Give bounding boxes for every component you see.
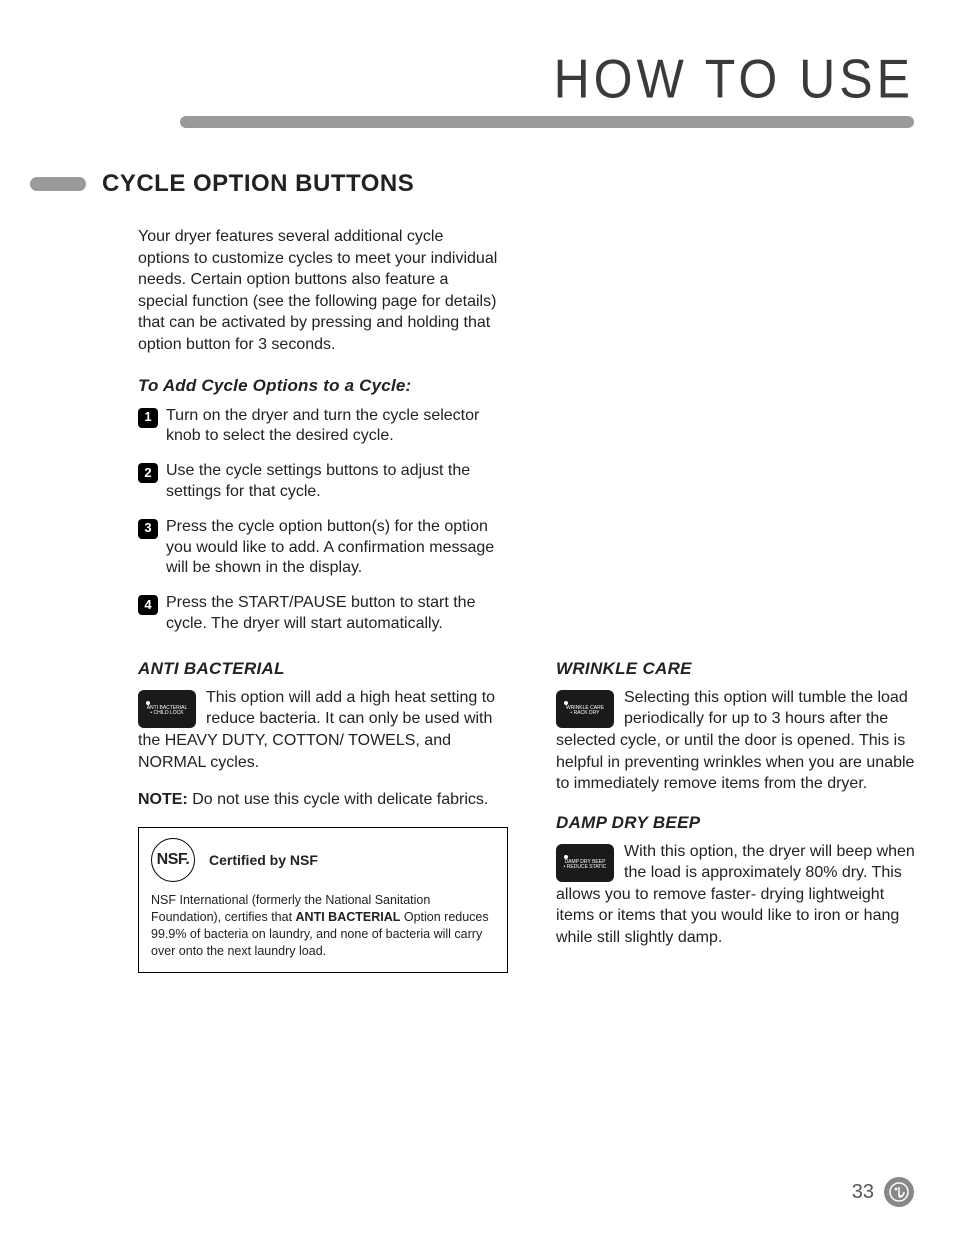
nsf-header: NSF. Certified by NSF xyxy=(151,838,495,882)
step-3: 3 Press the cycle option button(s) for t… xyxy=(138,517,498,579)
section-pill-icon xyxy=(30,177,86,191)
wrinkle-care-block: WRINKLE CARE • RACK DRY Selecting this o… xyxy=(556,687,918,795)
anti-bacterial-heading: ANTI BACTERIAL xyxy=(138,659,508,679)
steps-list: 1 Turn on the dryer and turn the cycle s… xyxy=(138,406,498,635)
section-header: CYCLE OPTION BUTTONS xyxy=(40,170,914,198)
icon-sub: • RACK DRY xyxy=(571,711,600,717)
step-2: 2 Use the cycle settings buttons to adju… xyxy=(138,461,498,503)
step-number-icon: 2 xyxy=(138,463,158,483)
step-text: Press the START/PAUSE button to start th… xyxy=(166,593,498,635)
step-text: Press the cycle option button(s) for the… xyxy=(166,517,498,579)
section-title: CYCLE OPTION BUTTONS xyxy=(102,170,414,198)
nsf-body-bold: ANTI BACTERIAL xyxy=(296,910,401,924)
section-intro: Your dryer features several additional c… xyxy=(138,226,498,356)
wrinkle-care-button-icon: WRINKLE CARE • RACK DRY xyxy=(556,690,614,728)
damp-dry-block: DAMP DRY BEEP • REDUCE STATIC With this … xyxy=(556,841,918,949)
nsf-badge-icon: NSF. xyxy=(151,838,195,882)
page-footer: 33 xyxy=(852,1177,914,1207)
step-number-icon: 1 xyxy=(138,408,158,428)
page-number: 33 xyxy=(852,1181,874,1204)
left-column: ANTI BACTERIAL ANTI BACTERIAL • CHILD LO… xyxy=(138,659,508,973)
note-label: NOTE: xyxy=(138,791,188,808)
step-text: Turn on the dryer and turn the cycle sel… xyxy=(166,406,498,448)
page-title: HOW TO USE xyxy=(40,47,914,111)
wrinkle-care-heading: WRINKLE CARE xyxy=(556,659,918,679)
step-text: Use the cycle settings buttons to adjust… xyxy=(166,461,498,503)
nsf-certified-label: Certified by NSF xyxy=(209,851,318,870)
step-number-icon: 3 xyxy=(138,519,158,539)
features-columns: ANTI BACTERIAL ANTI BACTERIAL • CHILD LO… xyxy=(138,659,918,973)
steps-heading: To Add Cycle Options to a Cycle: xyxy=(138,376,918,396)
title-rule xyxy=(180,116,914,128)
nsf-body: NSF International (formerly the National… xyxy=(151,892,495,960)
lg-logo-icon xyxy=(884,1177,914,1207)
content-area: Your dryer features several additional c… xyxy=(138,226,918,973)
step-1: 1 Turn on the dryer and turn the cycle s… xyxy=(138,406,498,448)
damp-dry-button-icon: DAMP DRY BEEP • REDUCE STATIC xyxy=(556,844,614,882)
anti-bacterial-button-icon: ANTI BACTERIAL • CHILD LOCK xyxy=(138,690,196,728)
icon-sub: • REDUCE STATIC xyxy=(564,865,607,871)
right-column: WRINKLE CARE WRINKLE CARE • RACK DRY Sel… xyxy=(556,659,918,973)
damp-dry-heading: DAMP DRY BEEP xyxy=(556,813,918,833)
nsf-certification-box: NSF. Certified by NSF NSF International … xyxy=(138,827,508,973)
anti-bacterial-note: NOTE: Do not use this cycle with delicat… xyxy=(138,791,508,809)
anti-bacterial-block: ANTI BACTERIAL • CHILD LOCK This option … xyxy=(138,687,508,773)
step-4: 4 Press the START/PAUSE button to start … xyxy=(138,593,498,635)
step-number-icon: 4 xyxy=(138,595,158,615)
note-body: Do not use this cycle with delicate fabr… xyxy=(188,791,489,808)
icon-sub: • CHILD LOCK xyxy=(150,711,183,717)
